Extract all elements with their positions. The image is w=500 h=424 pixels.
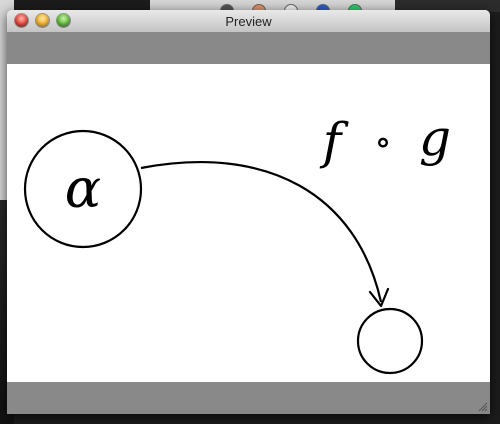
arrow-path	[140, 161, 383, 303]
preview-window: Preview α f ∘ g	[7, 10, 490, 414]
node-small	[356, 307, 424, 375]
diagram: α f ∘ g	[23, 109, 451, 375]
toolbar-band	[7, 33, 490, 64]
document-canvas: α f ∘ g	[7, 64, 490, 382]
formula-compose-operator: ∘	[374, 122, 392, 163]
resize-grip-icon[interactable]	[477, 401, 488, 412]
window-title: Preview	[225, 14, 272, 29]
status-band	[7, 382, 490, 414]
formula-g: g	[419, 109, 451, 167]
formula-f: f	[319, 112, 349, 170]
node-label: α	[65, 157, 101, 220]
title-bar[interactable]: Preview	[7, 10, 490, 33]
